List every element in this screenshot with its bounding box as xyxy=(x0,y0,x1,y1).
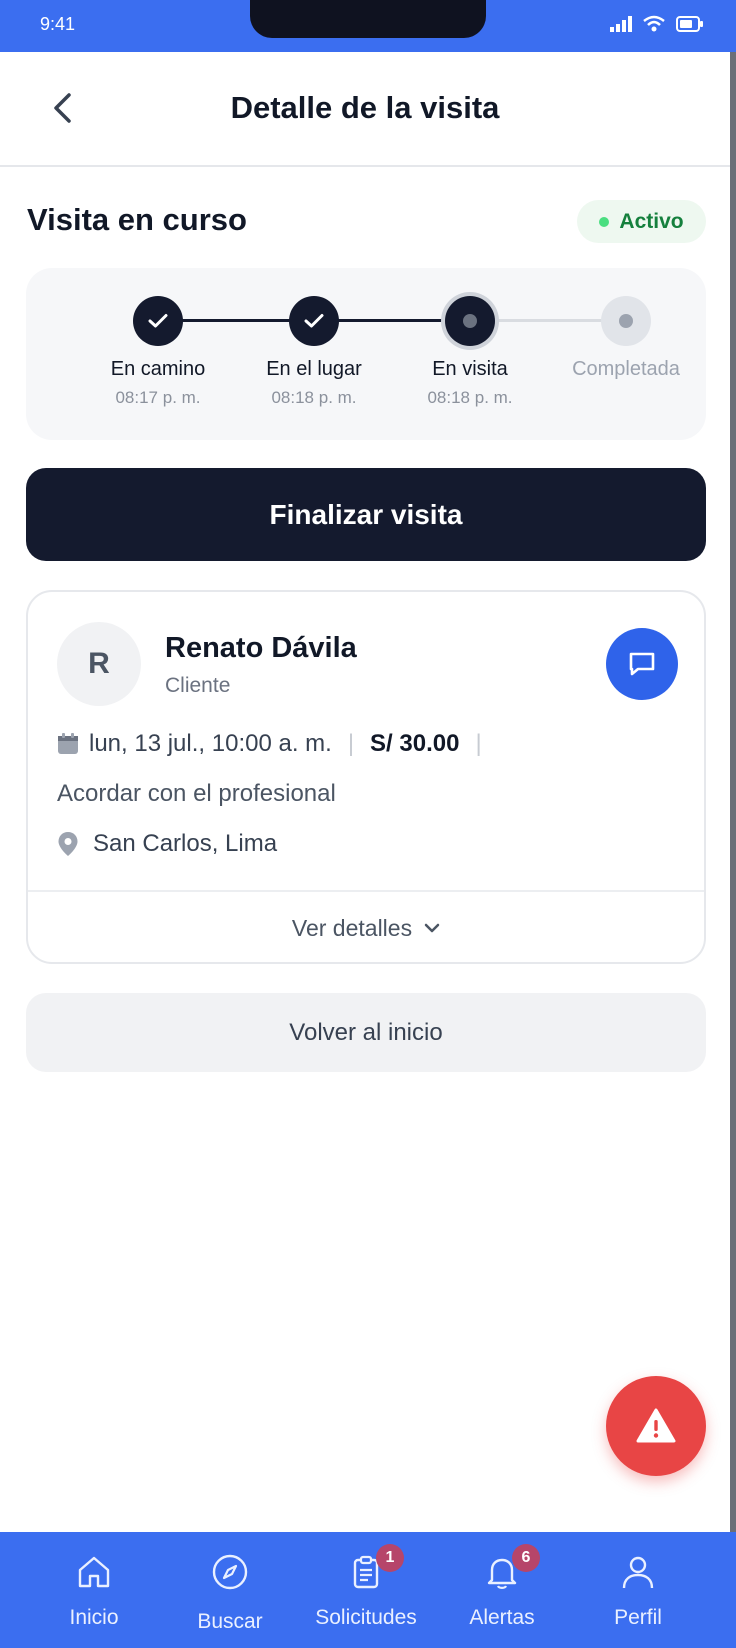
nav-item-perfil[interactable]: Perfil xyxy=(568,1532,708,1648)
client-name: Renato Dávila xyxy=(165,632,357,664)
nav-item-buscar[interactable]: Buscar xyxy=(160,1532,300,1648)
chevron-down-icon xyxy=(424,923,440,933)
compass-icon xyxy=(210,1552,250,1592)
finish-visit-button[interactable]: Finalizar visita xyxy=(26,468,706,561)
step-label: En el lugar xyxy=(266,358,362,380)
status-badge: Activo xyxy=(577,200,706,243)
step-label: Completada xyxy=(572,358,680,380)
status-time: 9:41 xyxy=(40,14,76,34)
nav-item-alertas[interactable]: 6 Alertas xyxy=(432,1532,572,1648)
user-icon xyxy=(618,1552,658,1592)
notification-badge: 1 xyxy=(376,1544,404,1572)
emergency-alert-button[interactable] xyxy=(606,1376,706,1476)
app-header: Detalle de la visita xyxy=(0,52,730,167)
scrollbar[interactable] xyxy=(730,52,736,1532)
status-icons xyxy=(610,15,704,32)
location-pin-icon xyxy=(58,832,78,856)
visit-title: Visita en curso xyxy=(27,202,247,237)
nav-label: Inicio xyxy=(69,1606,119,1629)
nav-item-inicio[interactable]: Inicio xyxy=(24,1532,164,1648)
home-icon xyxy=(74,1552,114,1592)
visit-note: Acordar con el profesional xyxy=(57,780,336,807)
status-dot xyxy=(599,216,610,227)
view-details-label: Ver detalles xyxy=(291,914,413,941)
battery-icon xyxy=(676,15,703,32)
visit-meta: lun, 13 jul., 10:00 a. m. | S/ 30.00 | xyxy=(57,730,498,758)
back-home-button[interactable]: Volver al inicio xyxy=(26,993,706,1072)
step-time: 08:18 p. m. xyxy=(271,388,357,407)
wifi-icon xyxy=(643,15,665,32)
client-role: Cliente xyxy=(165,674,231,697)
check-icon xyxy=(304,314,324,328)
location-text: San Carlos, Lima xyxy=(93,830,278,857)
step-circle xyxy=(445,296,495,346)
step-circle xyxy=(601,296,651,346)
visit-date: lun, 13 jul., 10:00 a. m. xyxy=(89,730,332,757)
client-card: R Renato Dávila Cliente lun, 13 jul., 10… xyxy=(26,590,706,964)
camera-notch xyxy=(250,0,486,38)
step-time: 08:18 p. m. xyxy=(427,388,513,407)
visit-location: San Carlos, Lima xyxy=(57,830,277,858)
nav-label: Solicitudes xyxy=(315,1606,417,1629)
check-icon xyxy=(148,314,168,328)
step-label: En visita xyxy=(432,358,508,380)
chat-icon xyxy=(629,652,655,676)
meta-separator: | xyxy=(475,730,482,757)
view-details-button[interactable]: Ver detalles xyxy=(28,892,704,964)
step-label: En camino xyxy=(110,358,206,380)
notification-badge: 6 xyxy=(512,1544,540,1572)
status-label: Activo xyxy=(619,209,684,233)
status-bar: 9:41 xyxy=(0,0,736,52)
step-circle xyxy=(133,296,183,346)
chat-button[interactable] xyxy=(606,628,678,700)
visit-price: S/ 30.00 xyxy=(370,730,460,757)
bottom-nav: Inicio Buscar 1 Solicitudes 6 Alertas Pe… xyxy=(0,1532,736,1648)
avatar: R xyxy=(57,622,141,706)
calendar-icon xyxy=(58,733,78,754)
page-title: Detalle de la visita xyxy=(230,90,500,125)
nav-label: Buscar xyxy=(197,1610,263,1633)
pending-dot xyxy=(619,314,633,328)
current-dot xyxy=(463,314,477,328)
nav-label: Perfil xyxy=(614,1606,662,1629)
step-circle xyxy=(289,296,339,346)
progress-stepper: En camino 08:17 p. m. En el lugar 08:18 … xyxy=(26,268,706,440)
signal-icon xyxy=(610,15,632,32)
step-time: 08:17 p. m. xyxy=(115,388,201,407)
meta-separator: | xyxy=(347,730,355,757)
warning-icon xyxy=(636,1408,676,1443)
nav-label: Alertas xyxy=(469,1606,535,1629)
nav-item-solicitudes[interactable]: 1 Solicitudes xyxy=(296,1532,436,1648)
